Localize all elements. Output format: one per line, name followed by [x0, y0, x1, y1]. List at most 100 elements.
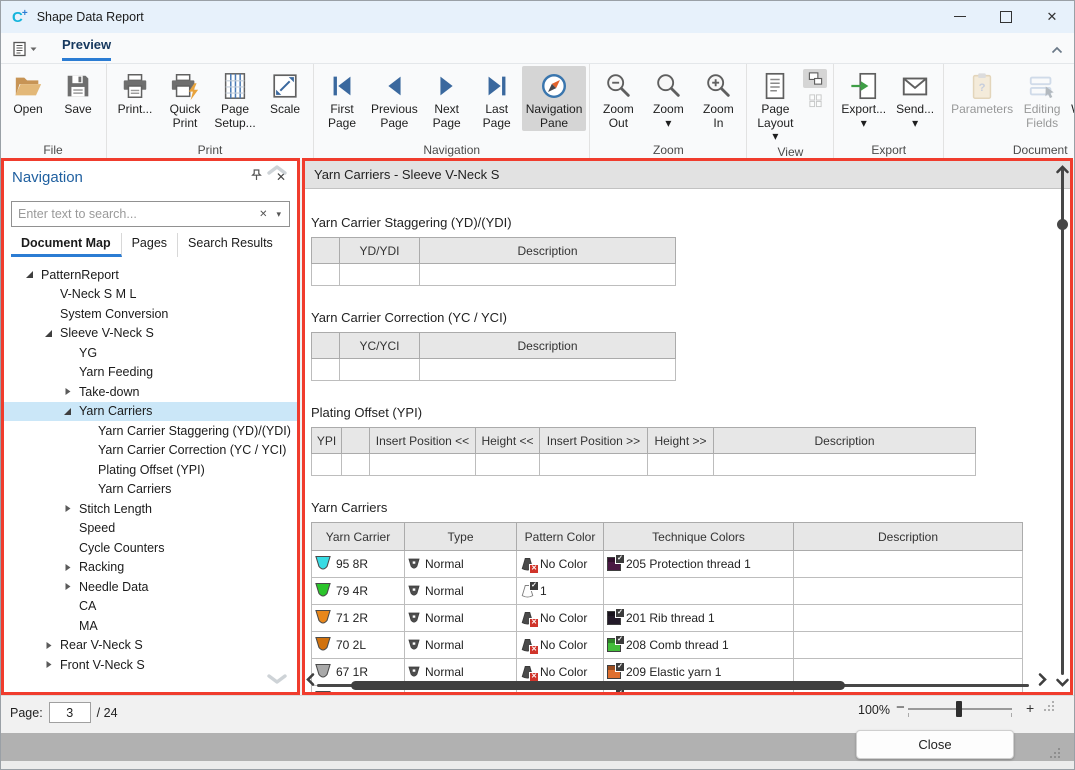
tree-item-ca[interactable]: CA [3, 597, 298, 617]
table-header-row: YPIInsert Position <<Height <<Insert Pos… [312, 428, 976, 454]
expander-collapsed-icon[interactable] [63, 582, 79, 591]
vertical-scrollbar[interactable] [1061, 169, 1064, 675]
zoom-in-button[interactable]: Zoom In [693, 66, 743, 131]
tab-pages[interactable]: Pages [122, 233, 178, 257]
search-options-caret-icon[interactable]: ▾ [274, 209, 289, 220]
previous-page-button[interactable]: Previous Page [367, 66, 422, 131]
expander-collapsed-icon[interactable] [63, 504, 79, 513]
cell-text: No Color [540, 557, 587, 571]
tree-item-cycle-counters[interactable]: Cycle Counters [3, 538, 298, 558]
expander-expanded-icon[interactable] [63, 407, 79, 416]
tree-item-patternreport[interactable]: PatternReport [3, 265, 298, 285]
pane-splitter[interactable] [298, 161, 305, 693]
watermark-button[interactable]: Watermark [1067, 66, 1075, 118]
carrier-type-icon [408, 585, 420, 598]
last-page-button[interactable]: Last Page [472, 66, 522, 131]
page-total: / 24 [97, 706, 118, 720]
close-button[interactable]: Close [856, 730, 1014, 759]
tab-preview[interactable]: Preview [62, 37, 111, 61]
column-header [342, 428, 370, 454]
tree-item-ma[interactable]: MA [3, 616, 298, 636]
cell-text: Normal [425, 692, 464, 693]
scroll-right-icon[interactable] [1038, 672, 1047, 692]
tree-item-v-neck-s-m-l[interactable]: V-Neck S M L [3, 285, 298, 305]
quick-print-button[interactable]: Quick Print [160, 66, 210, 131]
tree-item-stitch-length[interactable]: Stitch Length [3, 499, 298, 519]
description-cell [794, 605, 1023, 632]
tree-item-system-conversion[interactable]: System Conversion [3, 304, 298, 324]
tree-item-plating-offset-ypi[interactable]: Plating Offset (YPI) [3, 460, 298, 480]
expander-expanded-icon[interactable] [44, 329, 60, 338]
technique-colors-cell: ✓201 Rib thread 1 [604, 605, 794, 632]
tree-item-sleeve-v-neck-s[interactable]: Sleeve V-Neck S [3, 324, 298, 344]
close-window-button[interactable]: ✕ [1029, 0, 1075, 33]
open-button[interactable]: Open [3, 66, 53, 118]
horizontal-scrollbar-thumb[interactable] [351, 681, 845, 690]
yarn-carrier-cell: 79 4R [312, 578, 405, 605]
zoom-icon [653, 69, 683, 102]
export-button[interactable]: Export... ▾ [837, 66, 890, 131]
tree-item-yarn-carrier-staggering-yd-ydi[interactable]: Yarn Carrier Staggering (YD)/(YDI) [3, 421, 298, 441]
tree-item-front-v-neck-s[interactable]: Front V-Neck S [3, 655, 298, 675]
app-menu-button[interactable] [12, 38, 42, 60]
ribbon-button-label: Next Page [433, 103, 461, 130]
scale-button[interactable]: Scale [260, 66, 310, 118]
table-row [312, 264, 676, 286]
navigation-pane-button[interactable]: Navigation Pane [522, 66, 587, 131]
page-number-input[interactable] [49, 702, 91, 723]
table-cell [342, 454, 370, 476]
facing-pages-view-button[interactable] [803, 69, 827, 88]
tree-item-racking[interactable]: Racking [3, 558, 298, 578]
send-button[interactable]: Send... ▾ [890, 66, 940, 131]
vertical-scrollbar-thumb[interactable] [1057, 219, 1068, 230]
tab-search-results[interactable]: Search Results [178, 233, 283, 257]
ribbon-button-label: Send... ▾ [896, 103, 934, 130]
pin-icon[interactable] [251, 168, 262, 186]
tree-item-yarn-feeding[interactable]: Yarn Feeding [3, 363, 298, 383]
minimize-button[interactable] [937, 0, 983, 33]
expander-expanded-icon[interactable] [25, 270, 41, 279]
scroll-up-icon[interactable] [1055, 161, 1070, 179]
scroll-down-icon[interactable] [1055, 674, 1070, 692]
maximize-button[interactable] [983, 0, 1029, 33]
zoom-out-button[interactable]: Zoom Out [593, 66, 643, 131]
expander-collapsed-icon[interactable] [44, 641, 60, 650]
column-header: Height << [476, 428, 540, 454]
zoom-plus-button[interactable]: + [1026, 700, 1034, 716]
tree-item-yarn-carrier-correction-yc-yci[interactable]: Yarn Carrier Correction (YC / YCI) [3, 441, 298, 461]
zoom-button[interactable]: Zoom ▾ [643, 66, 693, 131]
print-button[interactable]: Print... [110, 66, 160, 118]
pattern-color-cell: ✕No Color [517, 605, 604, 632]
ribbon-button-label: Watermark [1071, 103, 1075, 117]
no-pattern-color-icon: ✕ [520, 692, 535, 694]
expander-collapsed-icon[interactable] [63, 387, 79, 396]
zoom-slider-thumb[interactable] [956, 701, 962, 717]
ribbon-collapse-button[interactable] [1051, 41, 1063, 59]
next-page-button[interactable]: Next Page [422, 66, 472, 131]
tree-item-take-down[interactable]: Take-down [3, 382, 298, 402]
search-input[interactable] [12, 207, 252, 221]
tree-item-rear-v-neck-s[interactable]: Rear V-Neck S [3, 636, 298, 656]
first-page-button[interactable]: First Page [317, 66, 367, 131]
page-setup-button[interactable]: Page Setup... [210, 66, 260, 131]
zoom-minus-button[interactable]: − [896, 699, 905, 716]
tab-document-map[interactable]: Document Map [11, 233, 122, 257]
expander-collapsed-icon[interactable] [44, 660, 60, 669]
tree-scroll-down-icon[interactable] [266, 672, 288, 690]
resize-grip-icon[interactable] [1048, 748, 1060, 760]
scroll-left-icon[interactable] [306, 672, 315, 692]
expander-collapsed-icon[interactable] [63, 563, 79, 572]
tree-item-yarn-carriers[interactable]: Yarn Carriers [3, 480, 298, 500]
save-button[interactable]: Save [53, 66, 103, 118]
close-icon: ✕ [1047, 9, 1058, 25]
tree-scroll-up-icon[interactable] [266, 162, 288, 180]
page-layout-button[interactable]: Page Layout ▾ [750, 66, 800, 145]
resize-grip-icon[interactable] [1042, 701, 1054, 713]
tree-item-speed[interactable]: Speed [3, 519, 298, 539]
tree-item-yarn-carriers[interactable]: Yarn Carriers [3, 402, 298, 422]
tree-item-yg[interactable]: YG [3, 343, 298, 363]
search-clear-icon[interactable]: ✕ [252, 209, 274, 220]
tree-item-needle-data[interactable]: Needle Data [3, 577, 298, 597]
ribbon-tab-row: Preview [0, 33, 1075, 64]
report-preview-pane: Yarn Carriers - Sleeve V-Neck S Yarn Car… [305, 161, 1073, 693]
